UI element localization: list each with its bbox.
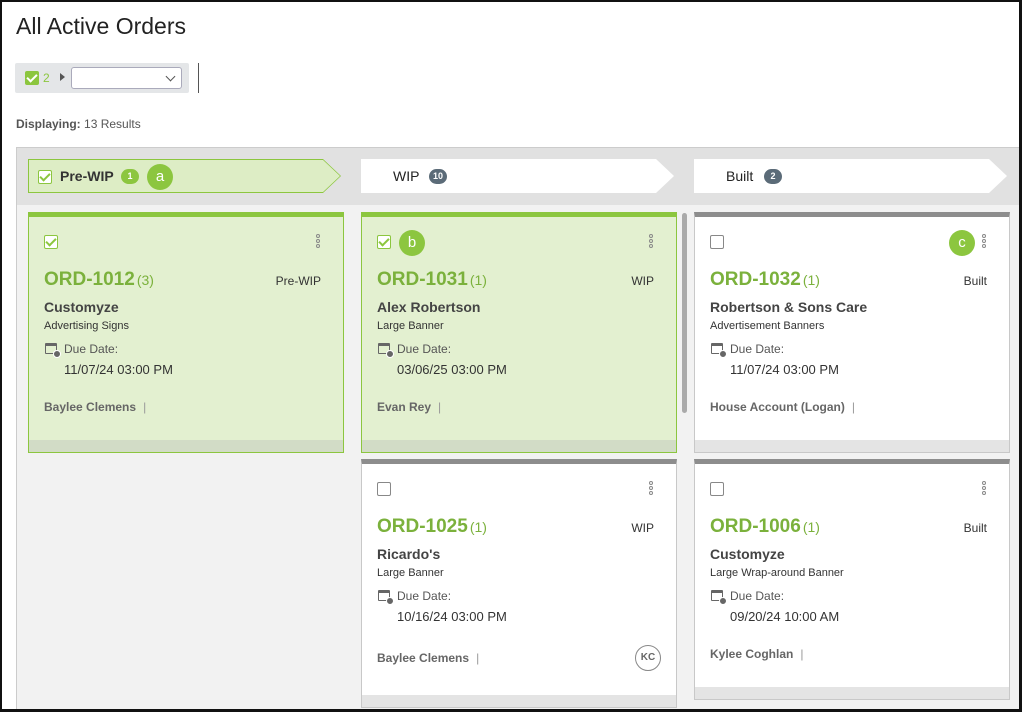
card-footer (695, 687, 1009, 699)
calendar-clock-icon (378, 590, 394, 605)
due-date-label: Due Date: (730, 342, 785, 356)
due-date-value: 11/07/24 03:00 PM (730, 362, 839, 377)
card-footer (695, 440, 1009, 452)
card-footer (29, 440, 343, 452)
phase-tab-built[interactable]: Built 2 (694, 159, 1007, 193)
order-number[interactable]: ORD-1012 (44, 269, 135, 290)
phase-count-badge: 10 (429, 169, 447, 184)
customer-name: Robertson & Sons Care (710, 299, 868, 315)
order-number[interactable]: ORD-1025 (377, 516, 468, 537)
calendar-clock-icon (45, 343, 61, 358)
phase-strip: Pre-WIP 1 a WIP 10 Built 2 (17, 148, 1019, 205)
order-number[interactable]: ORD-1032 (710, 269, 801, 290)
more-options-icon[interactable] (315, 234, 321, 250)
order-status: WIP (631, 521, 654, 535)
phase-select-all-checkbox[interactable] (38, 170, 52, 184)
sales-rep: Baylee Clemens (377, 651, 479, 665)
callout-marker-a: a (147, 164, 173, 190)
bulk-action-select[interactable] (71, 67, 182, 89)
customer-name: Alex Robertson (377, 299, 481, 315)
order-number[interactable]: ORD-1006 (710, 516, 801, 537)
order-number-link[interactable]: ORD-1025 (1) (377, 516, 487, 538)
order-status: Built (963, 521, 987, 535)
product-name: Large Banner (377, 567, 444, 579)
selection-checkbox-icon[interactable] (25, 71, 39, 85)
order-status: Pre-WIP (275, 274, 321, 288)
more-options-icon[interactable] (981, 234, 987, 250)
due-date-label: Due Date: (730, 589, 785, 603)
selected-count: 2 (43, 71, 50, 85)
order-number-link[interactable]: ORD-1006 (1) (710, 516, 820, 538)
order-card[interactable]: ORD-1012 (3) Pre-WIP Customyze Advertisin… (28, 212, 344, 453)
order-quantity: (1) (469, 519, 487, 535)
phase-count-badge: 2 (764, 169, 782, 184)
customer-name: Customyze (44, 299, 119, 315)
sales-rep: Kylee Coghlan (710, 647, 803, 661)
more-options-icon[interactable] (648, 234, 654, 250)
app-frame: All Active Orders 2 Displaying: 13 Resul… (0, 0, 1022, 712)
card-checkbox[interactable] (377, 235, 391, 249)
sales-rep: Evan Rey (377, 400, 441, 414)
order-number[interactable]: ORD-1031 (377, 269, 468, 290)
calendar-clock-icon (711, 590, 727, 605)
due-date-label: Due Date: (397, 342, 452, 356)
sales-rep: House Account (Logan) (710, 400, 855, 414)
order-number-link[interactable]: ORD-1012 (3) (44, 269, 154, 291)
customer-name: Ricardo's (377, 546, 441, 562)
calendar-clock-icon (711, 343, 727, 358)
due-date-value: 09/20/24 10:00 AM (730, 609, 840, 624)
phase-tab-wip[interactable]: WIP 10 (361, 159, 674, 193)
order-status: WIP (631, 274, 654, 288)
phase-tab-pre-wip[interactable]: Pre-WIP 1 (28, 159, 341, 193)
order-card[interactable]: ORD-1025 (1) WIP Ricardo's Large Banner D… (361, 459, 677, 708)
phase-label: WIP (393, 168, 420, 184)
card-checkbox[interactable] (377, 482, 391, 496)
product-name: Advertisement Banners (710, 320, 825, 332)
sales-rep: Baylee Clemens (44, 400, 146, 414)
product-name: Large Wrap-around Banner (710, 567, 844, 579)
column-scrollbar[interactable] (682, 213, 687, 413)
page-title: All Active Orders (16, 13, 186, 39)
caret-right-icon[interactable] (60, 73, 65, 81)
card-footer (362, 695, 676, 707)
callout-marker-c: c (949, 230, 975, 256)
card-checkbox[interactable] (710, 235, 724, 249)
product-name: Large Banner (377, 320, 444, 332)
due-date-value: 03/06/25 03:00 PM (397, 362, 507, 377)
phase-label: Built (726, 168, 754, 184)
filter-bar: 2 (15, 63, 189, 93)
avatar[interactable]: KC (635, 645, 661, 671)
more-options-icon[interactable] (648, 481, 654, 497)
order-quantity: (1) (802, 272, 820, 288)
due-date-value: 10/16/24 03:00 PM (397, 609, 507, 624)
phase-count-badge: 1 (121, 169, 139, 184)
order-status: Built (963, 274, 987, 288)
customer-name: Customyze (710, 546, 785, 562)
order-quantity: (1) (469, 272, 487, 288)
more-options-icon[interactable] (981, 481, 987, 497)
order-quantity: (1) (802, 519, 820, 535)
chevron-down-icon (165, 71, 176, 82)
order-number-link[interactable]: ORD-1031 (1) (377, 269, 487, 291)
card-footer (362, 440, 676, 452)
due-date-label: Due Date: (64, 342, 119, 356)
due-date-label: Due Date: (397, 589, 452, 603)
due-date-value: 11/07/24 03:00 PM (64, 362, 173, 377)
order-number-link[interactable]: ORD-1032 (1) (710, 269, 820, 291)
toolbar-divider (198, 63, 199, 93)
phase-label: Pre-WIP (60, 168, 114, 184)
order-card[interactable]: ORD-1006 (1) Built Customyze Large Wrap-a… (694, 459, 1010, 700)
results-count: 13 Results (84, 117, 141, 131)
card-checkbox[interactable] (710, 482, 724, 496)
calendar-clock-icon (378, 343, 394, 358)
results-label: Displaying: (16, 117, 81, 131)
card-checkbox[interactable] (44, 235, 58, 249)
results-summary: Displaying: 13 Results (16, 117, 141, 131)
callout-marker-b: b (399, 230, 425, 256)
product-name: Advertising Signs (44, 320, 129, 332)
order-quantity: (3) (136, 272, 154, 288)
kanban-board: Pre-WIP 1 a WIP 10 Built 2 ORD-1012 (3) P… (16, 147, 1019, 709)
